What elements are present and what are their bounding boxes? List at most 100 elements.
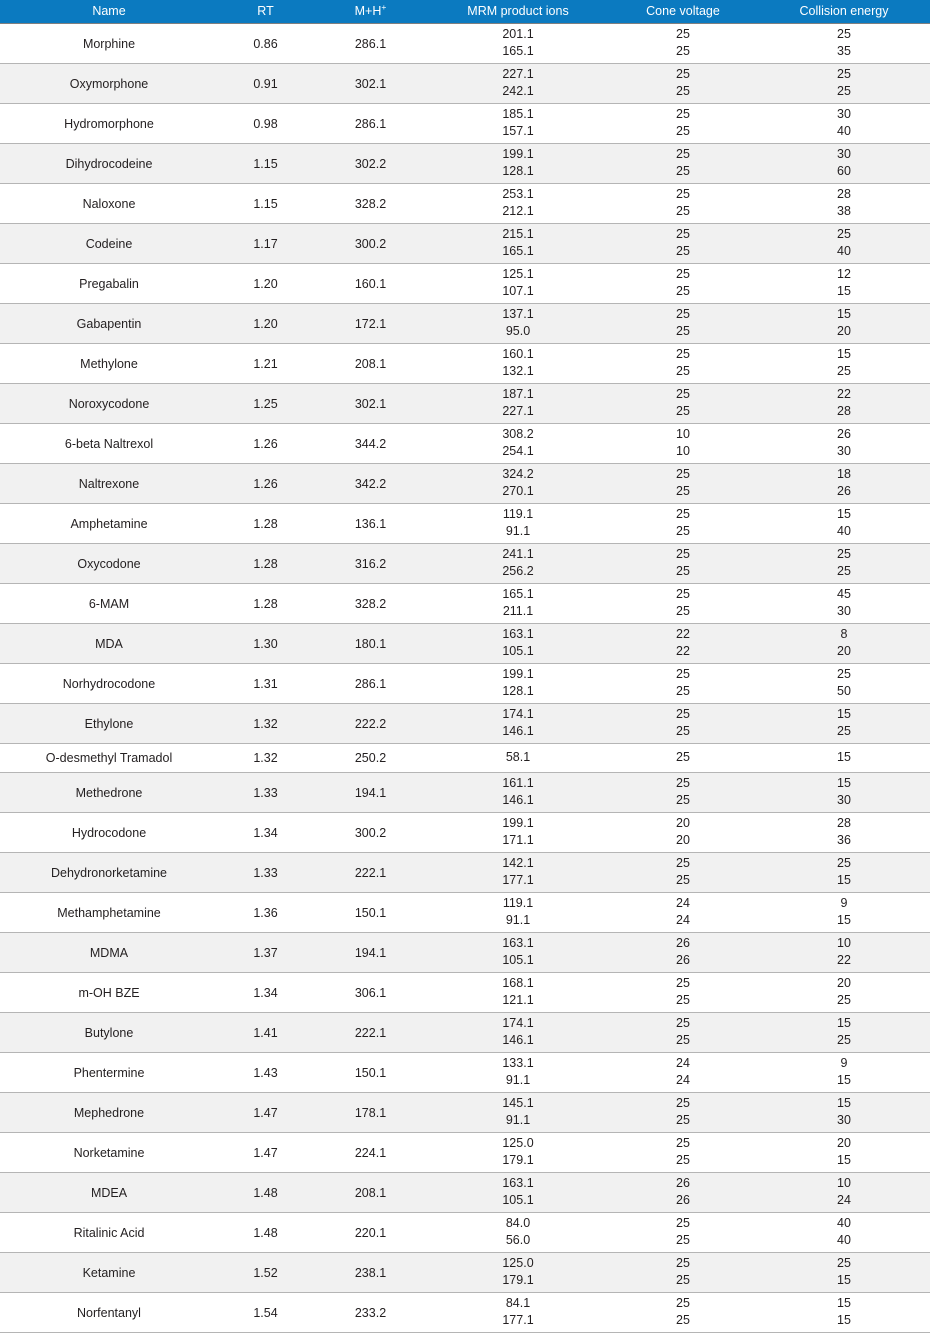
cell-cone-stack: 25 25	[608, 1093, 758, 1132]
cell-cone-stack: 22 22	[608, 624, 758, 663]
cell-collision-line: 15	[837, 1153, 851, 1167]
cell-name-text: Pregabalin	[79, 276, 139, 291]
cell-collision-line: 22	[837, 387, 851, 401]
cell-name: Methamphetamine	[0, 893, 218, 933]
cell-collision-stack: 25 15	[758, 1253, 930, 1292]
cell-rt-text: 1.41	[253, 1025, 278, 1040]
cell-mh: 306.1	[313, 973, 428, 1013]
cell-name-text: Naloxone	[82, 196, 136, 211]
cell-rt: 1.47	[218, 1093, 313, 1133]
cell-collision: 30 40	[758, 104, 930, 144]
cell-collision-line: 25	[837, 67, 851, 81]
cell-name-text: Ketamine	[82, 1265, 136, 1280]
cell-cone-stack: 26 26	[608, 933, 758, 972]
cell-rt-text: 1.43	[253, 1065, 278, 1080]
cell-cone-line: 25	[676, 147, 690, 161]
cell-mrm-stack: 165.1 211.1	[428, 584, 608, 623]
cell-mrm-line: 253.1	[502, 187, 534, 201]
cell-cone-line: 25	[676, 1233, 690, 1247]
cell-cone-line: 25	[676, 776, 690, 790]
cell-mh: 150.1	[313, 893, 428, 933]
cell-cone-line: 25	[676, 204, 690, 218]
cell-collision-line: 40	[837, 244, 851, 258]
cell-mh-text: 302.1	[354, 76, 387, 91]
cell-rt-text: 1.48	[253, 1225, 278, 1240]
cell-mrm-stack: 174.1 146.1	[428, 704, 608, 743]
cell-mrm: 119.1 91.1	[428, 893, 608, 933]
cell-rt-text: 1.20	[253, 316, 278, 331]
cell-collision-stack: 22 28	[758, 384, 930, 423]
table-row: Butylone 1.41 222.1 174.1 146.1 25 25 15 25	[0, 1012, 930, 1053]
cell-mrm-line: 107.1	[502, 284, 534, 298]
cell-mh: 208.1	[313, 1173, 428, 1213]
cell-cone-line: 25	[676, 1313, 690, 1327]
cell-name: Norfentanyl	[0, 1293, 218, 1333]
cell-mh-text: 302.1	[354, 396, 387, 411]
cell-mrm-line: 177.1	[502, 1313, 534, 1327]
cell-mrm: 174.1 146.1	[428, 704, 608, 744]
cell-mh-text: 222.2	[354, 716, 387, 731]
cell-mh-text: 172.1	[354, 316, 387, 331]
cell-cone-stack: 25 25	[608, 584, 758, 623]
cell-mrm-line: 119.1	[502, 896, 534, 910]
cell-mrm-line: 174.1	[502, 707, 534, 721]
cell-mrm-line: 177.1	[502, 873, 534, 887]
column-header-mh-superscript: +	[381, 1, 387, 12]
cell-mh-text: 194.1	[354, 945, 387, 960]
column-header-mrm-product-ions: MRM product ions	[428, 0, 608, 24]
cell-cone: 20 20	[608, 813, 758, 853]
cell-rt: 1.34	[218, 813, 313, 853]
cell-collision-line: 30	[837, 444, 851, 458]
table-row: Codeine 1.17 300.2 215.1 165.1 25 25 25 40	[0, 223, 930, 264]
cell-cone: 25 25	[608, 544, 758, 584]
cell-collision-line: 28	[837, 816, 851, 830]
cell-cone: 26 26	[608, 933, 758, 973]
cell-cone-line: 25	[676, 547, 690, 561]
cell-rt-text: 1.33	[253, 785, 278, 800]
table-row: Norketamine 1.47 224.1 125.0 179.1 25 25 20 15	[0, 1132, 930, 1173]
cell-cone-line: 25	[676, 707, 690, 721]
cell-collision-line: 15	[837, 913, 851, 927]
cell-mrm: 137.1 95.0	[428, 304, 608, 344]
cell-mh-text: 286.1	[354, 676, 387, 691]
cell-name-text: Codeine	[85, 236, 133, 251]
cell-name: MDMA	[0, 933, 218, 973]
column-header-collision-label: Collision energy	[799, 4, 889, 18]
cell-collision-stack: 15 15	[758, 1293, 930, 1332]
cell-cone-stack: 25 25	[608, 464, 758, 503]
cell-collision: 22 28	[758, 384, 930, 424]
cell-rt: 1.54	[218, 1293, 313, 1333]
table-row: Methedrone 1.33 194.1 161.1 146.1 25 25 15 30	[0, 772, 930, 813]
cell-collision: 15 20	[758, 304, 930, 344]
cell-collision-line: 25	[837, 667, 851, 681]
cell-mh-text: 222.1	[354, 865, 387, 880]
cell-mrm: 142.1 177.1	[428, 853, 608, 893]
cell-mrm-line: 199.1	[502, 147, 534, 161]
cell-name: Naloxone	[0, 184, 218, 224]
cell-mrm: 187.1 227.1	[428, 384, 608, 424]
cell-collision-line: 30	[837, 604, 851, 618]
cell-mh: 208.1	[313, 344, 428, 384]
cell-cone-line: 25	[676, 124, 690, 138]
cell-mh-text: 238.1	[354, 1265, 387, 1280]
cell-mh: 178.1	[313, 1093, 428, 1133]
cell-cone: 25 25	[608, 973, 758, 1013]
cell-mrm-line: 199.1	[502, 816, 534, 830]
cell-rt-text: 1.21	[253, 356, 278, 371]
cell-collision-stack: 20 25	[758, 973, 930, 1012]
cell-name: Norketamine	[0, 1133, 218, 1173]
cell-collision-line: 15	[837, 284, 851, 298]
cell-mrm-line: 201.1	[502, 27, 534, 41]
cell-cone-line: 25	[676, 1113, 690, 1127]
cell-mrm-stack: 58.1	[428, 747, 608, 769]
cell-mrm-line: 187.1	[502, 387, 534, 401]
cell-collision-stack: 15	[758, 747, 930, 769]
column-header-cone-label: Cone voltage	[646, 4, 720, 18]
cell-mrm-line: 58.1	[505, 750, 531, 764]
cell-mh: 328.2	[313, 584, 428, 624]
cell-mrm-line: 125.0	[502, 1136, 534, 1150]
cell-mh-text: 344.2	[354, 436, 387, 451]
cell-cone-line: 26	[676, 953, 690, 967]
cell-mrm: 160.1 132.1	[428, 344, 608, 384]
cell-cone-stack: 25 25	[608, 973, 758, 1012]
